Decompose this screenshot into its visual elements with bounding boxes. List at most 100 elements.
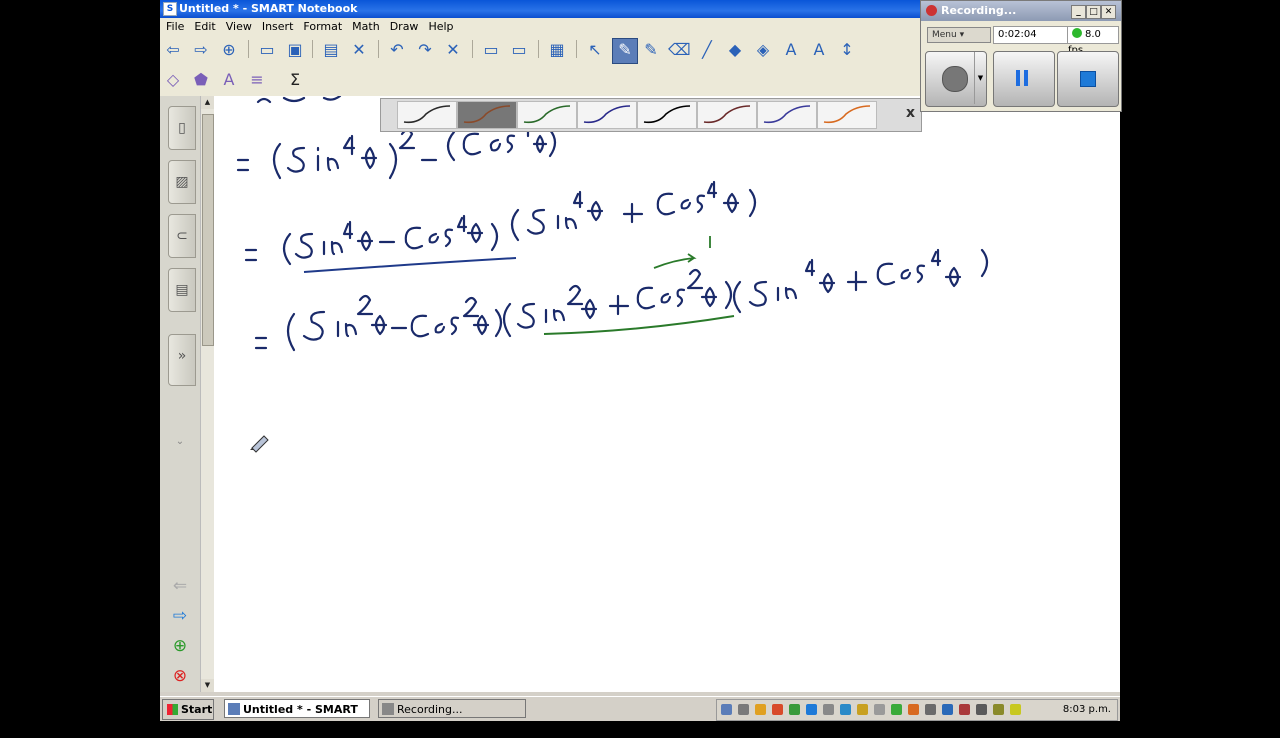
whiteboard-canvas[interactable]	[214, 96, 1120, 692]
paste-icon[interactable]: ▤	[320, 39, 342, 61]
pen-stroke-icon	[703, 105, 751, 124]
chevron-down-icon[interactable]: ▼	[974, 52, 986, 104]
font-icon[interactable]: A	[808, 39, 830, 61]
menu-edit[interactable]: Edit	[189, 18, 220, 36]
redo-icon[interactable]: ↷	[414, 39, 436, 61]
scroll-thumb[interactable]	[202, 114, 214, 346]
double-chevron-icon: »	[177, 348, 187, 364]
tray-app-icon[interactable]	[789, 704, 800, 715]
measure-icon[interactable]: ≡	[246, 69, 268, 91]
tray-app-icon[interactable]	[908, 704, 919, 715]
task-smart-notebook[interactable]: Untitled * - SMART No...	[224, 699, 370, 735]
pen-swatch[interactable]	[637, 101, 697, 129]
pen-swatch[interactable]	[757, 101, 817, 129]
eraser-icon[interactable]: ⌫	[668, 39, 691, 61]
record-button[interactable]: ▼	[925, 51, 987, 107]
move-icon[interactable]: ↕	[836, 39, 858, 61]
menu-view[interactable]: View	[221, 18, 257, 36]
resize-grip-icon[interactable]: ⌄	[170, 436, 190, 447]
math-icon[interactable]: Σ	[284, 69, 306, 91]
pause-button[interactable]	[993, 51, 1055, 107]
next-page-icon[interactable]: ⇨	[170, 606, 190, 626]
close-button[interactable]: ✕	[1101, 5, 1116, 19]
tray-app-icon[interactable]	[857, 704, 868, 715]
pen-stroke	[523, 105, 571, 124]
ink-paren	[748, 188, 757, 218]
shape-recognition-icon[interactable]: ⬟	[190, 69, 212, 91]
menu-insert[interactable]: Insert	[257, 18, 299, 36]
fill-icon[interactable]: ◈	[752, 39, 774, 61]
minimize-button[interactable]: _	[1071, 5, 1086, 19]
tray-app-icon[interactable]	[891, 704, 902, 715]
close-icon[interactable]: x	[906, 105, 915, 121]
undo-icon[interactable]: ↶	[386, 39, 408, 61]
menu-help[interactable]: Help	[423, 18, 458, 36]
pen-icon[interactable]: ✎	[612, 38, 638, 64]
ink-c	[462, 132, 482, 156]
stop-button[interactable]	[1057, 51, 1119, 107]
tray-app-icon[interactable]	[823, 704, 834, 715]
tab-properties[interactable]: ▤	[168, 268, 196, 312]
add-page-icon[interactable]: ⊕	[170, 636, 190, 656]
pen-swatch[interactable]	[817, 101, 877, 129]
tray-app-icon[interactable]	[806, 704, 817, 715]
menu-math[interactable]: Math	[347, 18, 385, 36]
tab-collapse[interactable]: »	[168, 334, 196, 386]
pen-swatch[interactable]	[397, 101, 457, 129]
tray-app-icon[interactable]	[738, 704, 749, 715]
vertical-scrollbar[interactable]: ▲ ▼	[200, 96, 214, 692]
ink-equals-3	[254, 336, 268, 350]
select-icon[interactable]: ↖	[584, 39, 606, 61]
maximize-button[interactable]: □	[1086, 5, 1101, 19]
tray-app-icon[interactable]	[1010, 704, 1021, 715]
tray-app-icon[interactable]	[925, 704, 936, 715]
ink-theta	[586, 200, 604, 222]
open-icon[interactable]: ▭	[256, 39, 278, 61]
ink-exp-2	[356, 294, 374, 316]
menu-format[interactable]: Format	[298, 18, 347, 36]
text-icon[interactable]: A	[780, 39, 802, 61]
magic-pen-icon[interactable]: ◇	[162, 69, 184, 91]
save-icon[interactable]: ▣	[284, 39, 306, 61]
ink-os	[434, 316, 460, 336]
forward-icon[interactable]: ⇨	[190, 39, 212, 61]
tray-app-icon[interactable]	[840, 704, 851, 715]
tray-app-icon[interactable]	[755, 704, 766, 715]
tray-app-icon[interactable]	[772, 704, 783, 715]
task-recording[interactable]: Recording...	[378, 699, 526, 718]
properties-icon[interactable]: A	[218, 69, 240, 91]
full-screen-icon[interactable]: ▭	[508, 39, 530, 61]
line-icon[interactable]: ╱	[696, 39, 718, 61]
tray-app-icon[interactable]	[721, 704, 732, 715]
tab-attachments[interactable]: ⊂	[168, 214, 196, 258]
menu-file[interactable]: File	[160, 18, 189, 36]
pen-swatch[interactable]	[577, 101, 637, 129]
clear-icon[interactable]: ✕	[442, 39, 464, 61]
start-button[interactable]: Start	[162, 699, 214, 720]
tray-app-icon[interactable]	[976, 704, 987, 715]
tray-app-icon[interactable]	[993, 704, 1004, 715]
recorder-menu-button[interactable]: Menu ▾	[927, 27, 991, 43]
tray-app-icon[interactable]	[959, 704, 970, 715]
tray-app-icon[interactable]	[874, 704, 885, 715]
pen-swatch[interactable]	[517, 101, 577, 129]
menu-draw[interactable]: Draw	[385, 18, 424, 36]
add-page-icon[interactable]: ⊕	[218, 39, 240, 61]
back-icon[interactable]: ⇦	[162, 39, 184, 61]
table-icon[interactable]: ▦	[546, 39, 568, 61]
scroll-down-icon[interactable]: ▼	[201, 679, 214, 692]
tab-gallery[interactable]: ▨	[168, 160, 196, 204]
screen-shade-icon[interactable]: ▭	[480, 39, 502, 61]
prev-page-icon[interactable]: ⇐	[170, 576, 190, 596]
pen-swatch[interactable]	[457, 101, 517, 129]
shapes-icon[interactable]: ◆	[724, 39, 746, 61]
delete-icon[interactable]: ✕	[348, 39, 370, 61]
tab-page-sorter[interactable]: ▯	[168, 106, 196, 150]
tray-app-icon[interactable]	[942, 704, 953, 715]
pen-swatch[interactable]	[697, 101, 757, 129]
creative-pen-icon[interactable]: ✎	[640, 39, 662, 61]
pen-stroke	[763, 105, 811, 124]
delete-page-icon[interactable]: ⊗	[170, 666, 190, 686]
ink-c	[410, 314, 430, 338]
scroll-up-icon[interactable]: ▲	[201, 96, 214, 109]
